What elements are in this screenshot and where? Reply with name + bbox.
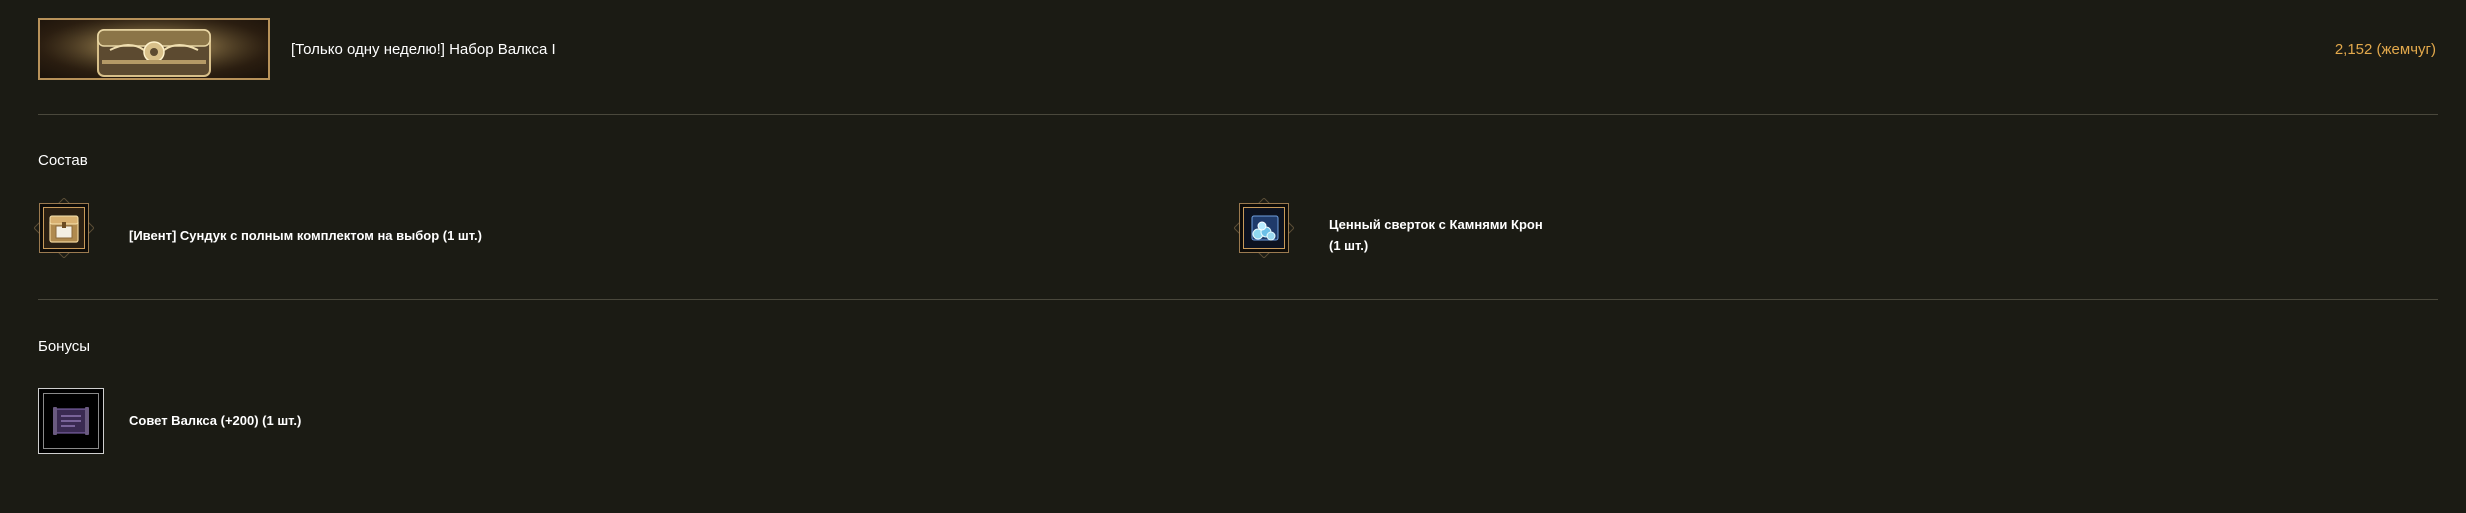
bundle-title: [Только одну неделю!] Набор Валкса I xyxy=(291,41,556,58)
bundle-thumbnail-image xyxy=(38,18,270,80)
bundle-price: 2,152 (жемчуг) xyxy=(2334,41,2436,58)
event-chest-icon xyxy=(43,207,85,249)
bonuses-section-title: Бонусы xyxy=(38,338,91,355)
item-label-line2: (1 шт.) xyxy=(1329,238,1369,253)
bonus-item-label: Совет Валкса (+200) (1 шт.) xyxy=(129,413,302,428)
composition-item[interactable]: [Ивент] Сундук с полным комплектом на вы… xyxy=(28,192,528,272)
divider xyxy=(38,299,2438,300)
bonus-item-frame[interactable] xyxy=(38,388,104,454)
divider xyxy=(38,114,2438,115)
composition-item[interactable]: Ценный сверток с Камнями Крон (1 шт.) xyxy=(1228,192,1728,272)
shop-item-detail: [Только одну неделю!] Набор Валкса I 2,1… xyxy=(0,0,2466,513)
item-frame xyxy=(31,195,97,261)
crown-stones-bundle-icon xyxy=(1243,207,1285,249)
item-label-line1: Ценный сверток с Камнями Крон xyxy=(1329,217,1543,232)
item-frame xyxy=(1231,195,1297,261)
item-label: [Ивент] Сундук с полным комплектом на вы… xyxy=(129,228,482,243)
composition-section-title: Состав xyxy=(38,152,88,169)
valks-advice-scroll-icon xyxy=(43,393,99,449)
